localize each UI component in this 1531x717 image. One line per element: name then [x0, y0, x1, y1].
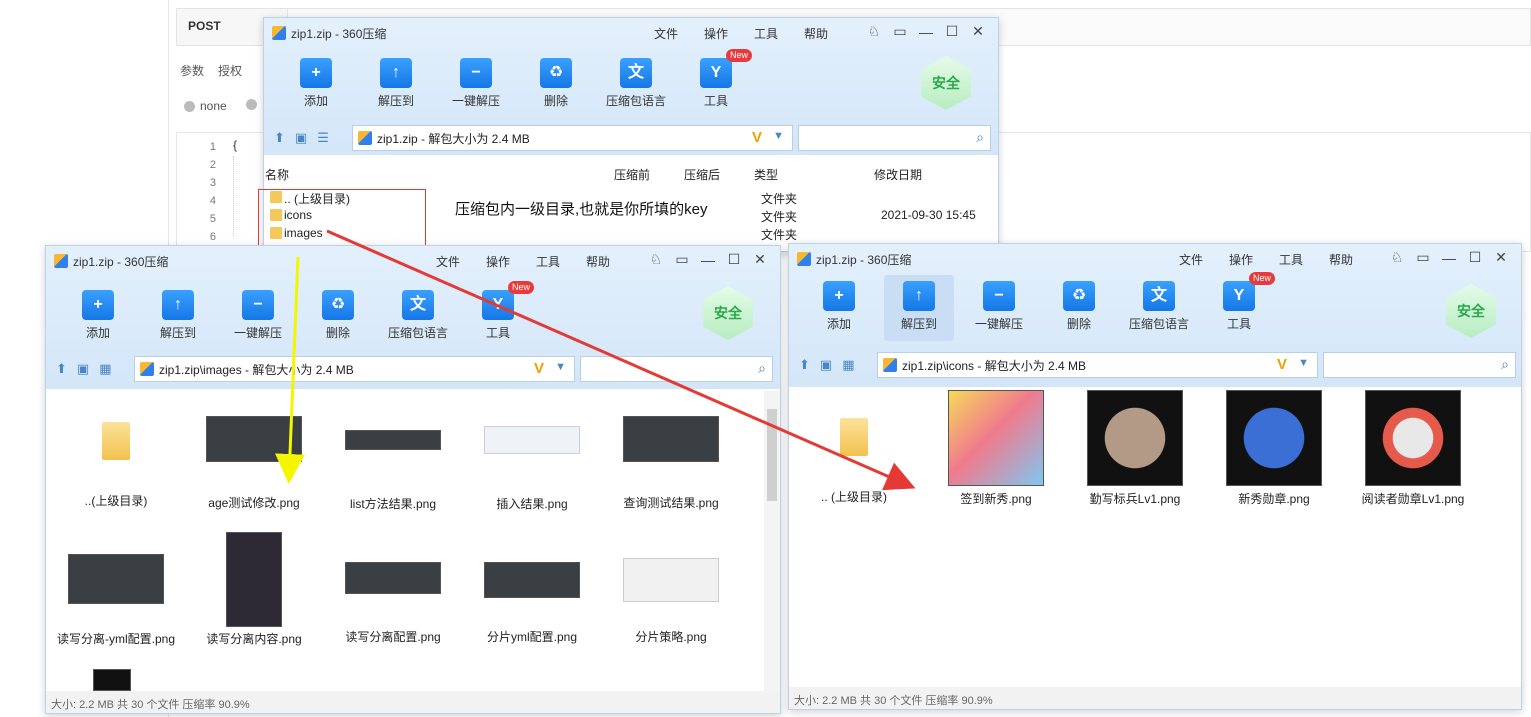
annotation-arrows — [274, 229, 916, 491]
red-arrow — [326, 229, 916, 491]
yellow-arrow — [274, 256, 305, 484]
